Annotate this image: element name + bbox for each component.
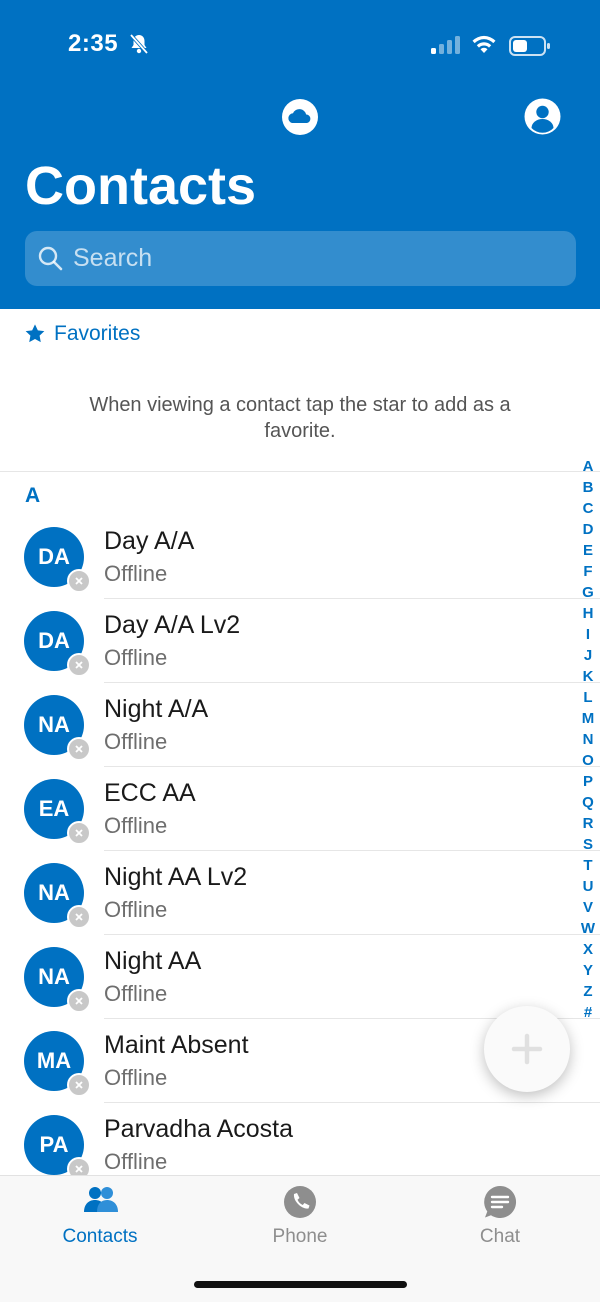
offline-status-icon bbox=[67, 989, 91, 1013]
index-letter[interactable]: U bbox=[583, 876, 594, 897]
contact-status: Offline bbox=[104, 1149, 168, 1174]
bell-muted-icon bbox=[129, 33, 149, 55]
contact-row[interactable]: DA Day A/A Offline bbox=[0, 522, 600, 606]
contact-name: Night AA Lv2 bbox=[104, 863, 248, 891]
index-letter[interactable]: Q bbox=[582, 792, 594, 813]
index-letter[interactable]: Z bbox=[583, 981, 592, 1002]
tab-phone[interactable]: Phone bbox=[200, 1176, 400, 1276]
index-letter[interactable]: K bbox=[583, 666, 594, 687]
contact-status: Offline bbox=[104, 981, 168, 1006]
contact-status: Offline bbox=[104, 729, 168, 754]
index-letter[interactable]: S bbox=[583, 834, 593, 855]
profile-icon[interactable] bbox=[524, 98, 561, 135]
contact-name: Day A/A Lv2 bbox=[104, 611, 241, 639]
favorites-label: Favorites bbox=[54, 322, 141, 345]
contact-status: Offline bbox=[104, 561, 168, 586]
contact-name: Night AA bbox=[104, 947, 202, 975]
index-letter[interactable]: T bbox=[583, 855, 592, 876]
offline-status-icon bbox=[67, 653, 91, 677]
index-letter[interactable]: P bbox=[583, 771, 593, 792]
index-letter[interactable]: I bbox=[586, 624, 590, 645]
alphabet-index[interactable]: A B C D E F G H I J K L M N O P Q R S T … bbox=[578, 456, 598, 1023]
tab-label: Phone bbox=[272, 1226, 328, 1247]
index-letter[interactable]: # bbox=[584, 1002, 592, 1023]
index-letter[interactable]: V bbox=[583, 897, 593, 918]
divider bbox=[104, 1102, 600, 1103]
index-letter[interactable]: X bbox=[583, 939, 593, 960]
contact-row[interactable]: NA Night A/A Offline bbox=[0, 690, 600, 774]
index-letter[interactable]: W bbox=[581, 918, 595, 939]
cloud-icon[interactable] bbox=[281, 98, 319, 136]
divider bbox=[0, 471, 600, 472]
contact-name: Parvadha Acosta bbox=[104, 1115, 294, 1143]
offline-status-icon bbox=[67, 737, 91, 761]
index-letter[interactable]: M bbox=[582, 708, 595, 729]
index-letter[interactable]: F bbox=[583, 561, 592, 582]
index-letter[interactable]: O bbox=[582, 750, 594, 771]
contact-row[interactable]: EA ECC AA Offline bbox=[0, 774, 600, 858]
contact-row[interactable]: DA Day A/A Lv2 Offline bbox=[0, 606, 600, 690]
favorites-hint: When viewing a contact tap the star to a… bbox=[89, 394, 511, 442]
offline-status-icon bbox=[67, 821, 91, 845]
offline-status-icon bbox=[67, 905, 91, 929]
contact-status: Offline bbox=[104, 813, 168, 838]
divider bbox=[104, 682, 600, 683]
star-icon bbox=[25, 324, 45, 343]
index-letter[interactable]: G bbox=[582, 582, 594, 603]
offline-status-icon bbox=[67, 569, 91, 593]
index-letter[interactable]: H bbox=[583, 603, 594, 624]
status-time: 2:35 bbox=[68, 30, 119, 57]
index-letter[interactable]: N bbox=[583, 729, 594, 750]
tab-chat[interactable]: Chat bbox=[400, 1176, 600, 1276]
index-letter[interactable]: C bbox=[583, 498, 594, 519]
tab-contacts[interactable]: Contacts bbox=[0, 1176, 200, 1276]
contact-name: ECC AA bbox=[104, 779, 196, 807]
index-letter[interactable]: D bbox=[583, 519, 594, 540]
page-title: Contacts bbox=[25, 156, 257, 216]
tab-label: Contacts bbox=[62, 1226, 138, 1247]
favorites-header: Favorites bbox=[24, 322, 140, 346]
contact-status: Offline bbox=[104, 897, 168, 922]
search-bar[interactable] bbox=[25, 231, 576, 286]
plus-icon bbox=[511, 1033, 543, 1065]
contact-name: Night A/A bbox=[104, 695, 209, 723]
divider bbox=[104, 850, 600, 851]
index-letter[interactable]: R bbox=[583, 813, 594, 834]
phone-icon bbox=[284, 1186, 316, 1218]
index-letter[interactable]: J bbox=[584, 645, 592, 666]
home-indicator bbox=[194, 1281, 407, 1288]
signal-icon bbox=[431, 36, 460, 54]
index-letter[interactable]: B bbox=[583, 477, 594, 498]
search-icon bbox=[38, 246, 63, 271]
chat-bubble-icon bbox=[484, 1186, 517, 1218]
contact-row[interactable]: NA Night AA Lv2 Offline bbox=[0, 858, 600, 942]
header: 2:35 Contacts bbox=[0, 0, 600, 309]
divider bbox=[104, 766, 600, 767]
divider bbox=[104, 598, 600, 599]
add-contact-button[interactable] bbox=[484, 1006, 570, 1092]
wifi-icon bbox=[472, 35, 496, 53]
contact-status: Offline bbox=[104, 1065, 168, 1090]
section-header: A bbox=[25, 484, 41, 507]
tab-label: Chat bbox=[479, 1226, 521, 1247]
battery-icon bbox=[509, 36, 550, 56]
people-icon bbox=[84, 1187, 118, 1212]
index-letter[interactable]: L bbox=[583, 687, 592, 708]
divider bbox=[104, 934, 600, 935]
contact-name: Day A/A bbox=[104, 527, 195, 555]
index-letter[interactable]: Y bbox=[583, 960, 593, 981]
contact-status: Offline bbox=[104, 645, 168, 670]
contact-name: Maint Absent bbox=[104, 1031, 249, 1059]
offline-status-icon bbox=[67, 1073, 91, 1097]
index-letter[interactable]: E bbox=[583, 540, 593, 561]
index-letter[interactable]: A bbox=[583, 456, 594, 477]
search-input[interactable] bbox=[73, 231, 553, 286]
